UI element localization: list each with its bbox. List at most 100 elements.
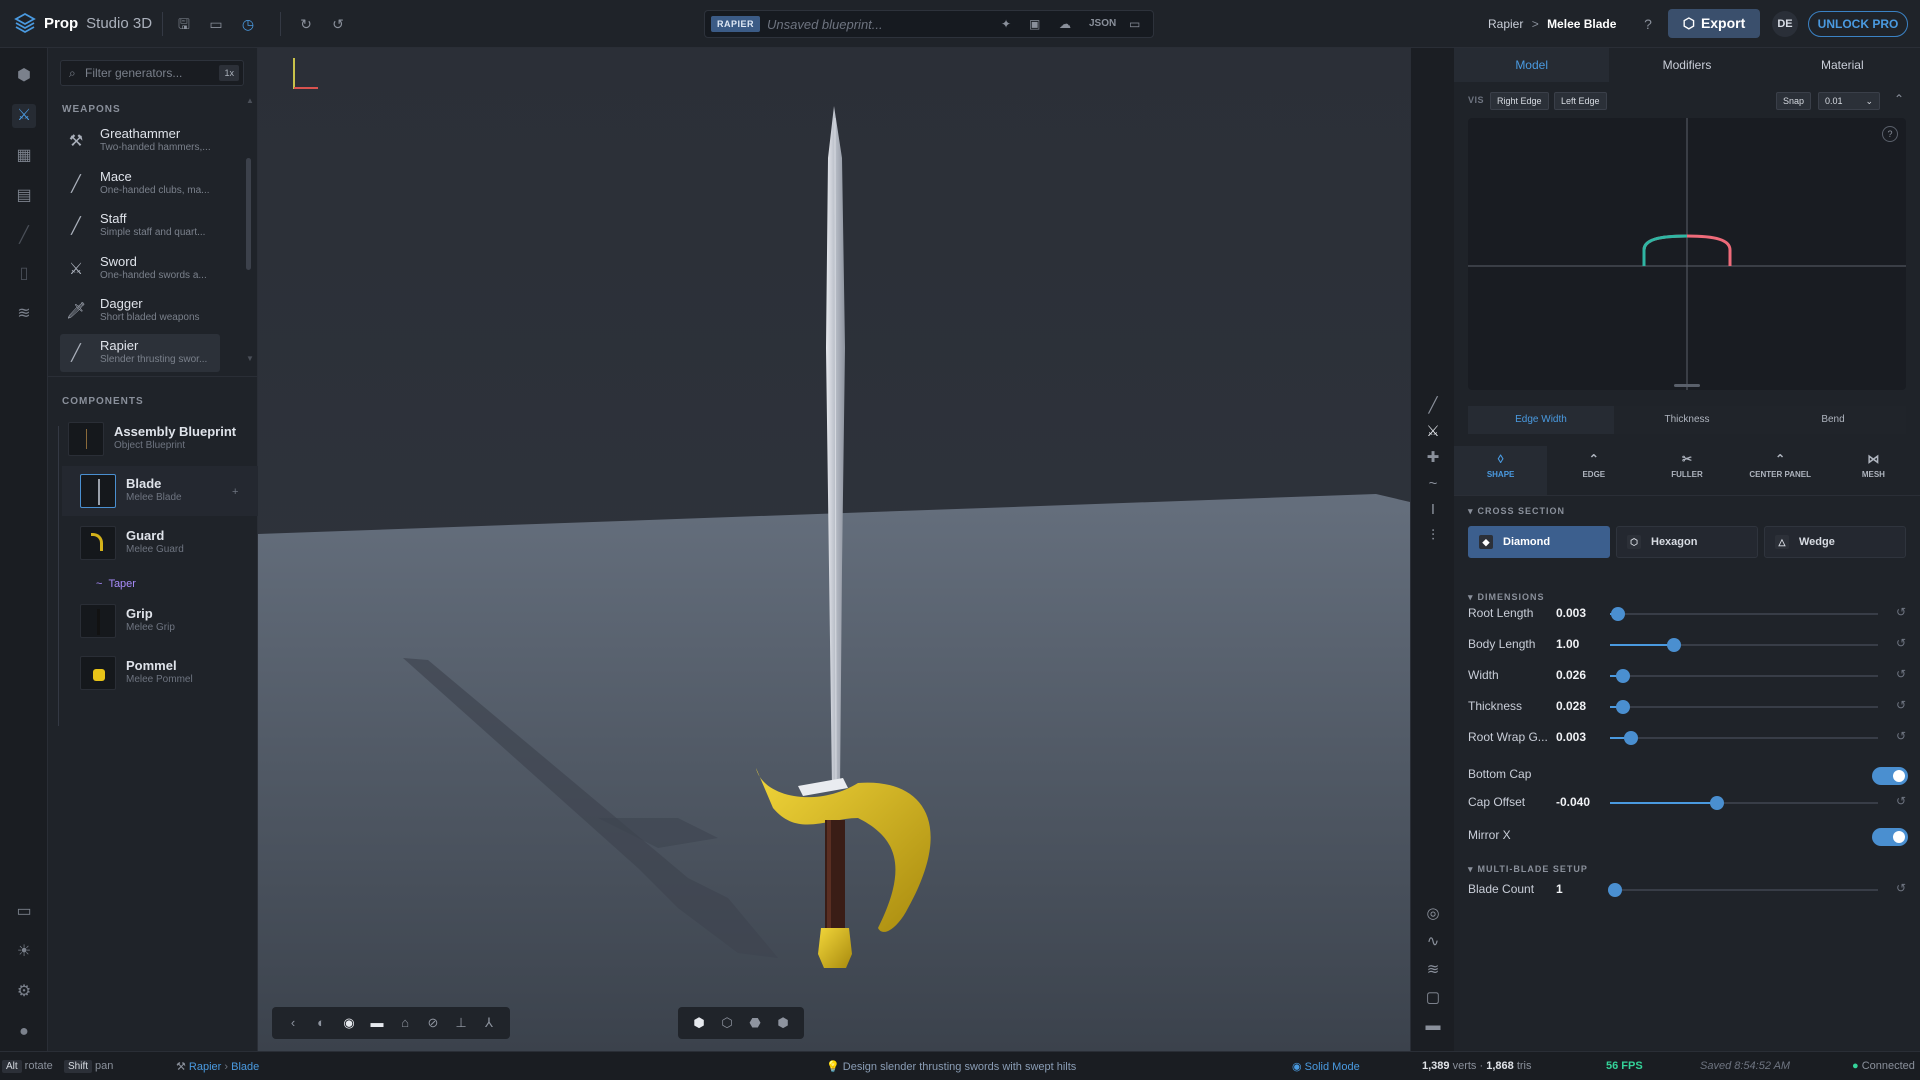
param-slider[interactable]: [1610, 700, 1878, 714]
taper-modifier[interactable]: ~ Taper: [96, 578, 136, 590]
pin-icon[interactable]: ⊥: [450, 1012, 472, 1034]
tab-thickness[interactable]: Thickness: [1614, 406, 1760, 434]
3d-viewport[interactable]: ‹ ◐ ◉ ▬ ⌂ ⊘ ⊥ ⅄ ⬢ ⬡ ⬣ ⬢: [258, 48, 1410, 1051]
hatch-icon[interactable]: ≋: [1421, 958, 1445, 982]
collapse-icon[interactable]: ‹: [282, 1012, 304, 1034]
cap-offset-slider[interactable]: [1610, 796, 1878, 810]
generator-scrollbar[interactable]: [246, 158, 251, 270]
curve-tool-icon[interactable]: ~: [1421, 472, 1445, 496]
slider-knob[interactable]: [1616, 669, 1631, 683]
database-icon[interactable]: ≋: [12, 302, 36, 326]
shaded-mode-icon[interactable]: ⬣: [744, 1012, 766, 1034]
sword-tool-active-icon[interactable]: ⚔: [1421, 420, 1445, 444]
axes-icon[interactable]: ⅄: [478, 1012, 500, 1034]
disable-icon[interactable]: ⊘: [422, 1012, 444, 1034]
sphere-icon[interactable]: ◐: [310, 1012, 332, 1034]
cloud-icon[interactable]: ☁: [1059, 17, 1071, 31]
reset-icon[interactable]: ↺: [1896, 729, 1906, 743]
generator-item[interactable]: ⚔ Sword One-handed swords a...: [60, 250, 220, 288]
add-icon[interactable]: +: [232, 486, 238, 498]
sparkle-icon[interactable]: ✦: [1001, 17, 1011, 31]
reset-icon[interactable]: ↺: [1896, 605, 1906, 619]
reset-icon[interactable]: ↺: [1896, 667, 1906, 681]
folder-open-icon[interactable]: ▭: [12, 900, 36, 924]
right-edge-toggle[interactable]: Right Edge: [1490, 92, 1549, 110]
tab-edge-width[interactable]: Edge Width: [1468, 406, 1614, 434]
settings-icon[interactable]: ⚙: [12, 980, 36, 1004]
multi-blade-header[interactable]: ▾ MULTI-BLADE SETUP: [1468, 864, 1588, 875]
generator-item[interactable]: 🗡 Dagger Short bladed weapons: [60, 292, 220, 330]
generator-item[interactable]: ╱ Staff Simple staff and quart...: [60, 207, 220, 245]
scroll-up-icon[interactable]: ▲: [246, 96, 254, 105]
curve-icon[interactable]: ∿: [1421, 930, 1445, 954]
status-crumb-parent[interactable]: Rapier: [189, 1061, 221, 1073]
render-mode-status[interactable]: ◉ Solid Mode: [1292, 1060, 1360, 1073]
param-value[interactable]: 0.003: [1556, 606, 1586, 620]
sword-tool-icon[interactable]: ⚔: [12, 104, 36, 128]
sun-icon[interactable]: ☀: [12, 940, 36, 964]
grid-floor-icon[interactable]: ⌂: [394, 1012, 416, 1034]
param-value[interactable]: 0.026: [1556, 668, 1586, 682]
slider-knob[interactable]: [1611, 607, 1626, 621]
reset-icon[interactable]: ↺: [1896, 794, 1906, 808]
param-slider[interactable]: [1610, 607, 1878, 621]
save-doc-icon[interactable]: ▣: [1029, 17, 1040, 31]
tab-model[interactable]: Model: [1454, 48, 1610, 82]
slider-knob[interactable]: [1624, 731, 1639, 745]
slider-knob[interactable]: [1616, 700, 1631, 714]
slider-knob[interactable]: [1667, 638, 1682, 652]
floor-icon[interactable]: ▬: [366, 1012, 388, 1034]
globe-icon[interactable]: ◉: [338, 1012, 360, 1034]
avatar[interactable]: DE: [1772, 11, 1798, 37]
param-value[interactable]: -0.040: [1556, 795, 1590, 809]
blade-tool-icon[interactable]: ╱: [1421, 394, 1445, 418]
capsule-icon[interactable]: ▬: [1421, 1014, 1445, 1038]
tab-shape[interactable]: ◊ SHAPE: [1454, 446, 1548, 495]
profile-editor[interactable]: ?: [1468, 118, 1906, 390]
slider-knob[interactable]: [1608, 883, 1623, 897]
chat-icon[interactable]: ●: [12, 1020, 36, 1044]
save-icon[interactable]: 🖫: [174, 14, 194, 34]
collapse-up-icon[interactable]: ⌃: [1894, 92, 1904, 106]
tab-center-panel[interactable]: ⌃ CENTER PANEL: [1734, 446, 1827, 495]
tab-modifiers[interactable]: Modifiers: [1609, 48, 1764, 82]
left-edge-toggle[interactable]: Left Edge: [1554, 92, 1607, 110]
generator-item[interactable]: ╱ Mace One-handed clubs, ma...: [60, 165, 220, 203]
file-icon[interactable]: ▯: [12, 262, 36, 286]
target-icon[interactable]: ◎: [1421, 902, 1445, 926]
json-button[interactable]: JSON: [1089, 18, 1116, 29]
snap-value-select[interactable]: 0.01 ⌄: [1818, 92, 1880, 110]
cross-section-header[interactable]: ▾ CROSS SECTION: [1468, 506, 1565, 517]
param-value[interactable]: 1: [1556, 882, 1563, 896]
export-button[interactable]: ⬡ Export: [1668, 9, 1760, 38]
filter-input[interactable]: ⌕ Filter generators... 1x: [60, 60, 244, 86]
document-title[interactable]: Unsaved blueprint...: [767, 17, 883, 32]
param-slider[interactable]: [1610, 731, 1878, 745]
brush-icon[interactable]: ╱: [12, 224, 36, 248]
open-folder-icon[interactable]: ▭: [1129, 17, 1140, 31]
param-slider[interactable]: [1610, 638, 1878, 652]
material-mode-icon[interactable]: ⬢: [772, 1012, 794, 1034]
tab-mesh[interactable]: ⋈ MESH: [1827, 446, 1920, 495]
folder-icon[interactable]: ▭: [206, 14, 226, 34]
help-icon[interactable]: ?: [1638, 14, 1658, 34]
wedge-option[interactable]: △ Wedge: [1764, 526, 1906, 558]
wireframe-mode-icon[interactable]: ⬡: [716, 1012, 738, 1034]
history-icon[interactable]: ◷: [238, 14, 258, 34]
tab-edge[interactable]: ⌃ EDGE: [1547, 446, 1640, 495]
scroll-down-icon[interactable]: ▼: [246, 354, 254, 363]
blade-count-slider[interactable]: [1608, 883, 1878, 897]
breadcrumb-parent[interactable]: Rapier: [1488, 17, 1523, 31]
help-icon[interactable]: ?: [1882, 126, 1898, 142]
reset-icon[interactable]: ↺: [1896, 636, 1906, 650]
generator-item-selected[interactable]: ╱ Rapier Slender thrusting swor...: [60, 334, 220, 372]
generator-item[interactable]: ⚒ Greathammer Two-handed hammers,...: [60, 122, 220, 160]
status-crumb-child[interactable]: Blade: [231, 1061, 259, 1073]
grid-icon[interactable]: ▦: [12, 144, 36, 168]
tab-material[interactable]: Material: [1765, 48, 1920, 82]
unlock-pro-button[interactable]: UNLOCK PRO: [1808, 11, 1908, 37]
redo-icon[interactable]: ↻: [296, 14, 316, 34]
guard-tool-icon[interactable]: ✚: [1421, 446, 1445, 470]
grip-tool-icon[interactable]: I: [1421, 498, 1445, 522]
param-slider[interactable]: [1610, 669, 1878, 683]
